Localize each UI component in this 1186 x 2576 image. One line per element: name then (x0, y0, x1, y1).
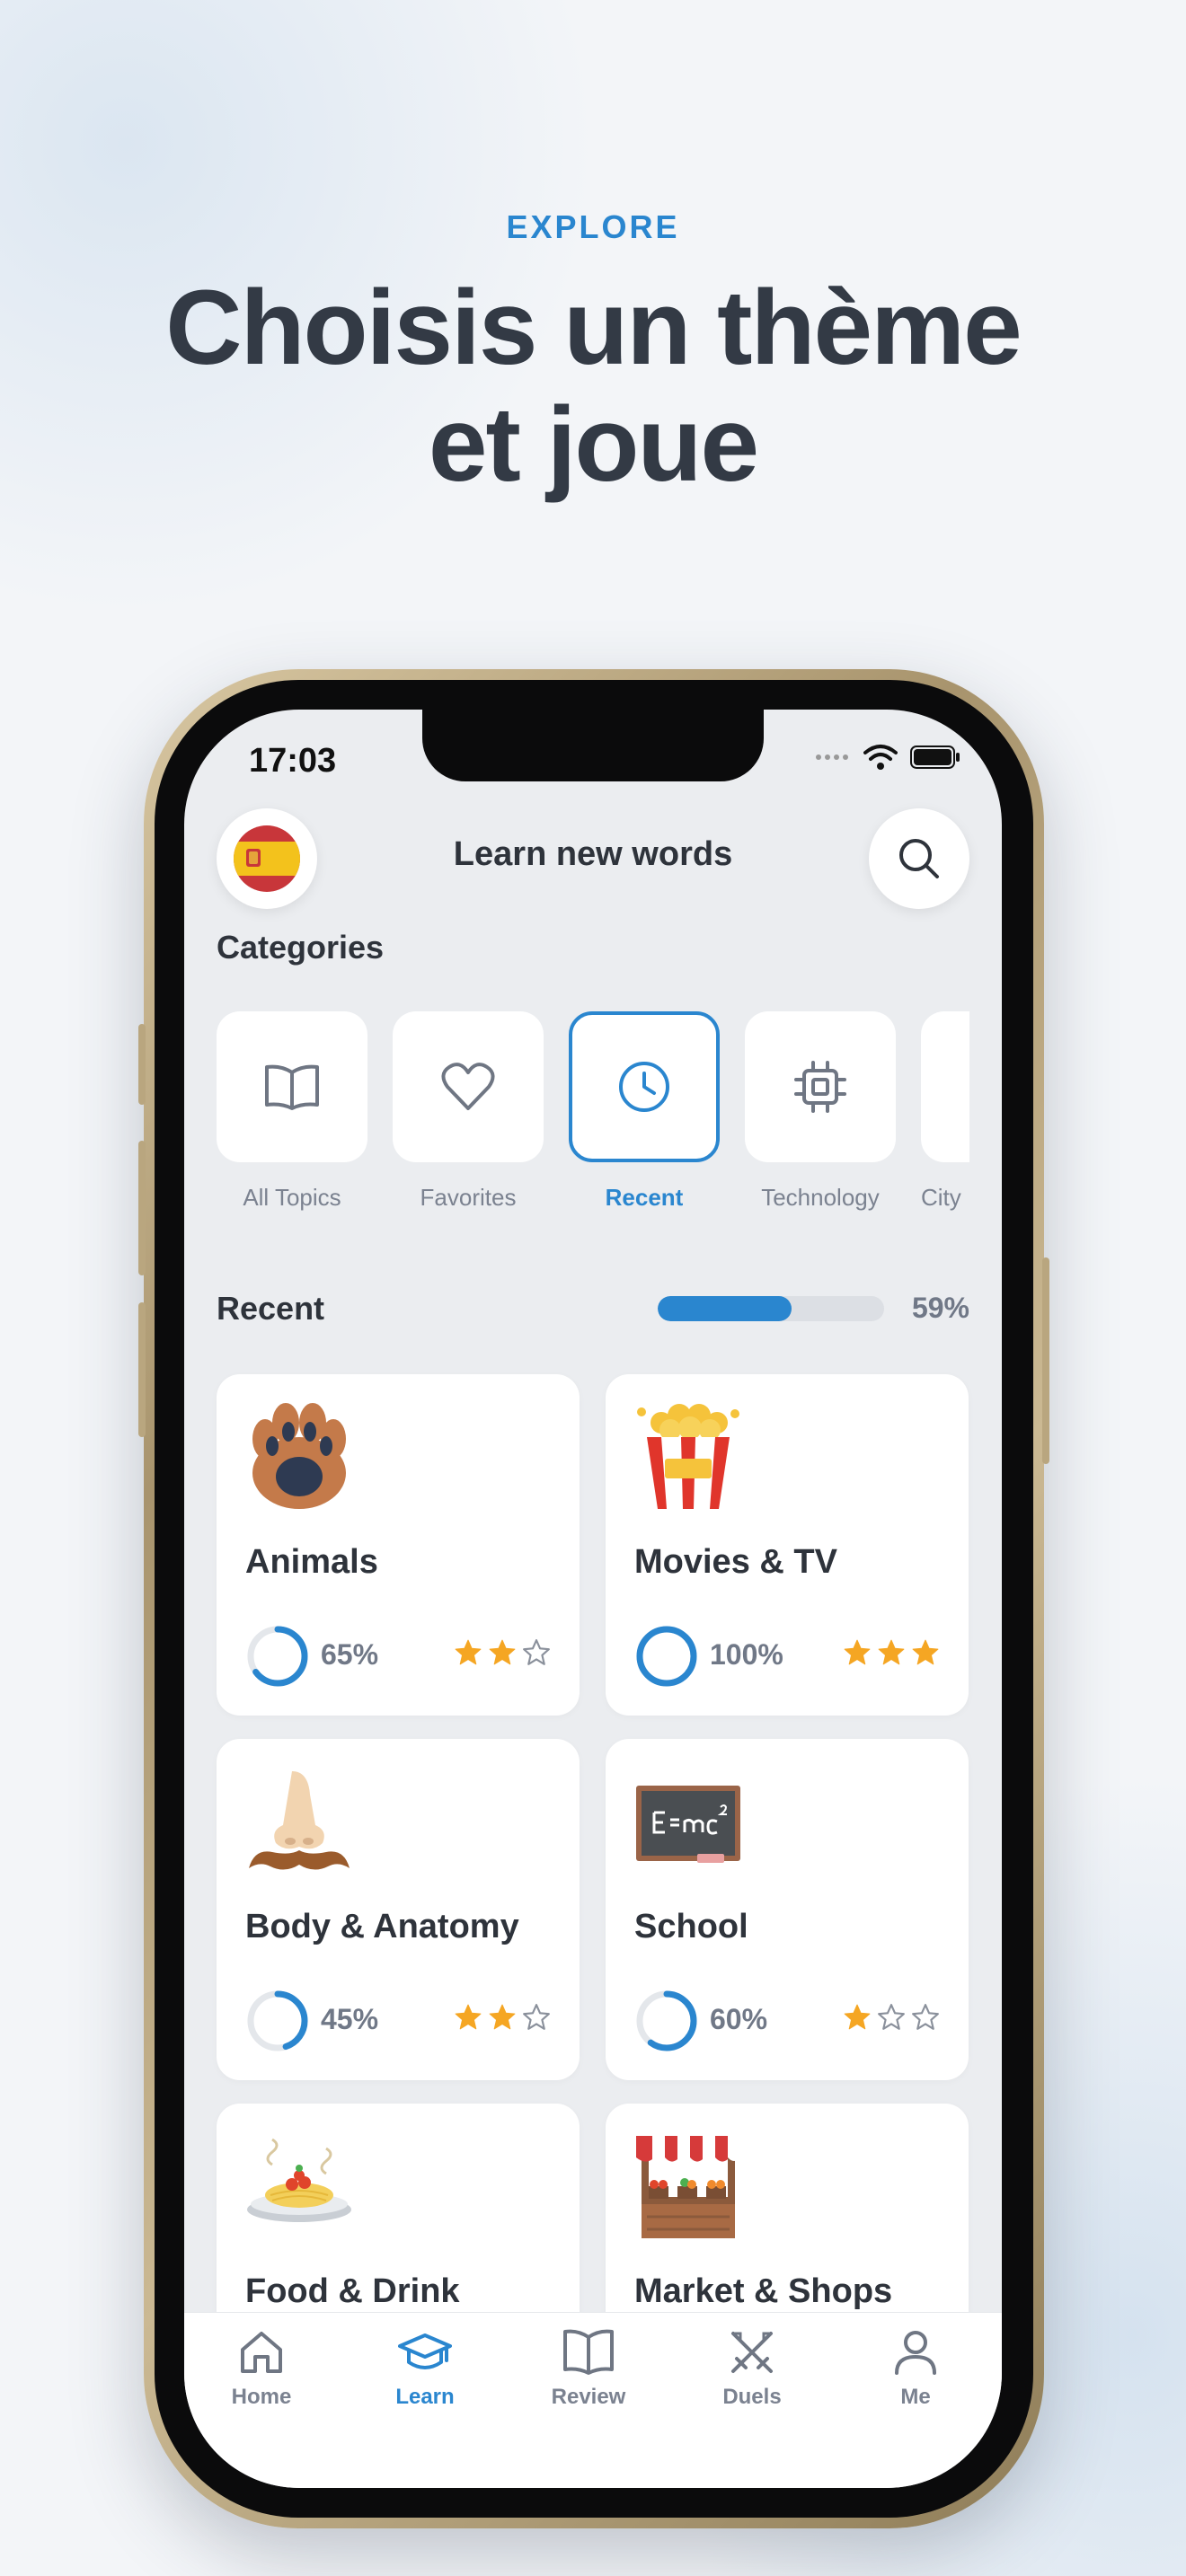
topic-card-school[interactable]: School 60% (606, 1739, 969, 2080)
category-label: City (921, 1184, 961, 1211)
category-list: All Topics Favorites Recent Technology C… (217, 1011, 969, 1227)
tab-home[interactable]: Home (208, 2325, 315, 2410)
clock-icon (619, 1062, 669, 1112)
tab-learn[interactable]: Learn (371, 2325, 479, 2410)
status-time: 17:03 (249, 742, 337, 780)
category-all-topics[interactable]: All Topics (217, 1011, 367, 1212)
category-tile (393, 1011, 544, 1162)
topic-title: Food & Drink (245, 2272, 460, 2310)
topic-card-body-anatomy[interactable]: Body & Anatomy 45% (217, 1739, 580, 2080)
topic-title: Market & Shops (634, 2272, 893, 2310)
topic-percent: 65% (321, 1638, 379, 1671)
category-technology[interactable]: Technology (745, 1011, 896, 1212)
topic-percent: 100% (710, 1638, 783, 1671)
category-label: Recent (605, 1184, 684, 1211)
cellular-signal-icon (816, 754, 848, 760)
graduation-cap-icon (398, 2333, 452, 2369)
star-filled-icon (455, 2004, 482, 2030)
recent-progress-fill (658, 1296, 792, 1321)
category-tile (569, 1011, 720, 1162)
phone-power-button (1042, 1257, 1049, 1464)
search-button[interactable] (869, 808, 969, 909)
tab-bar: Home Learn Review Duels Me (184, 2312, 1002, 2488)
chip-icon (794, 1061, 846, 1113)
categories-title: Categories (217, 929, 385, 966)
star-rating (454, 1638, 551, 1667)
paw-icon (252, 1403, 346, 1509)
recent-progress-bar (658, 1296, 884, 1321)
notch (422, 710, 764, 781)
recent-progress-percent: 59% (911, 1292, 969, 1324)
wifi-icon (863, 745, 898, 770)
topic-title: Movies & TV (634, 1543, 837, 1581)
status-icons (815, 744, 960, 771)
tab-duels[interactable]: Duels (698, 2325, 806, 2410)
tab-label: Duels (722, 2385, 782, 2409)
chalkboard-icon (636, 1786, 740, 1863)
promo-title-line-1: Choisis un thème (165, 269, 1022, 387)
book-icon (265, 1064, 319, 1110)
topic-title: Body & Anatomy (245, 1908, 519, 1945)
crossed-swords-icon (731, 2332, 773, 2373)
open-book-icon (563, 2329, 614, 2375)
star-filled-icon (844, 2004, 871, 2030)
star-empty-icon (523, 2004, 550, 2030)
phone-side-button (138, 1141, 146, 1275)
progress-ring (247, 1990, 308, 2051)
tab-label: Me (900, 2385, 931, 2409)
popcorn-icon (637, 1404, 739, 1509)
pasta-plate-icon (247, 2138, 351, 2222)
topic-percent: 45% (321, 2003, 379, 2035)
promo-title-line-2: et joue (428, 385, 759, 504)
progress-ring (636, 1990, 697, 2051)
recent-title: Recent (217, 1290, 325, 1327)
topic-title: Animals (245, 1543, 378, 1581)
search-icon (899, 839, 939, 878)
topic-card-movies-tv[interactable]: Movies & TV 100% (606, 1374, 969, 1716)
market-stall-icon (636, 2136, 740, 2238)
topic-percent: 60% (710, 2003, 768, 2035)
star-empty-icon (878, 2004, 905, 2030)
star-filled-icon (844, 1639, 871, 1665)
star-filled-icon (489, 2004, 516, 2030)
star-filled-icon (489, 1639, 516, 1665)
tab-label: Learn (395, 2385, 455, 2409)
phone-side-button (138, 1302, 146, 1437)
category-label: Technology (761, 1184, 880, 1211)
promo-eyebrow: EXPLORE (506, 208, 680, 245)
star-filled-icon (455, 1639, 482, 1665)
star-rating (843, 2003, 940, 2032)
tab-review[interactable]: Review (535, 2325, 642, 2410)
star-rating (843, 1638, 940, 1667)
progress-ring-fill (636, 1626, 697, 1687)
category-tile (217, 1011, 367, 1162)
category-recent[interactable]: Recent (569, 1011, 720, 1212)
nose-mustache-icon (249, 1771, 350, 1870)
topic-card-animals[interactable]: Animals 65% (217, 1374, 580, 1716)
tab-label: Home (231, 2385, 292, 2409)
category-tile (745, 1011, 896, 1162)
category-tile (921, 1011, 969, 1162)
phone-screen: 17:03 Learn new words Categories All Top… (184, 710, 1002, 2488)
tab-me[interactable]: Me (862, 2325, 969, 2410)
phone-side-button (138, 1024, 146, 1105)
progress-ring (636, 1626, 697, 1687)
battery-icon (910, 745, 960, 769)
star-filled-icon (878, 1639, 905, 1665)
star-rating (454, 2003, 551, 2032)
user-icon (895, 2331, 936, 2375)
progress-ring (247, 1626, 308, 1687)
category-label: Favorites (420, 1184, 517, 1211)
home-icon (241, 2332, 282, 2373)
tab-label: Review (551, 2385, 626, 2409)
category-label: All Topics (243, 1184, 341, 1211)
promo-title: Choisis un thème et joue (0, 269, 1186, 503)
topic-title: School (634, 1908, 748, 1945)
star-empty-icon (912, 2004, 939, 2030)
star-filled-icon (912, 1639, 939, 1665)
category-city[interactable]: City (921, 1011, 969, 1212)
star-empty-icon (523, 1639, 550, 1665)
category-favorites[interactable]: Favorites (393, 1011, 544, 1212)
heart-icon (441, 1063, 495, 1110)
